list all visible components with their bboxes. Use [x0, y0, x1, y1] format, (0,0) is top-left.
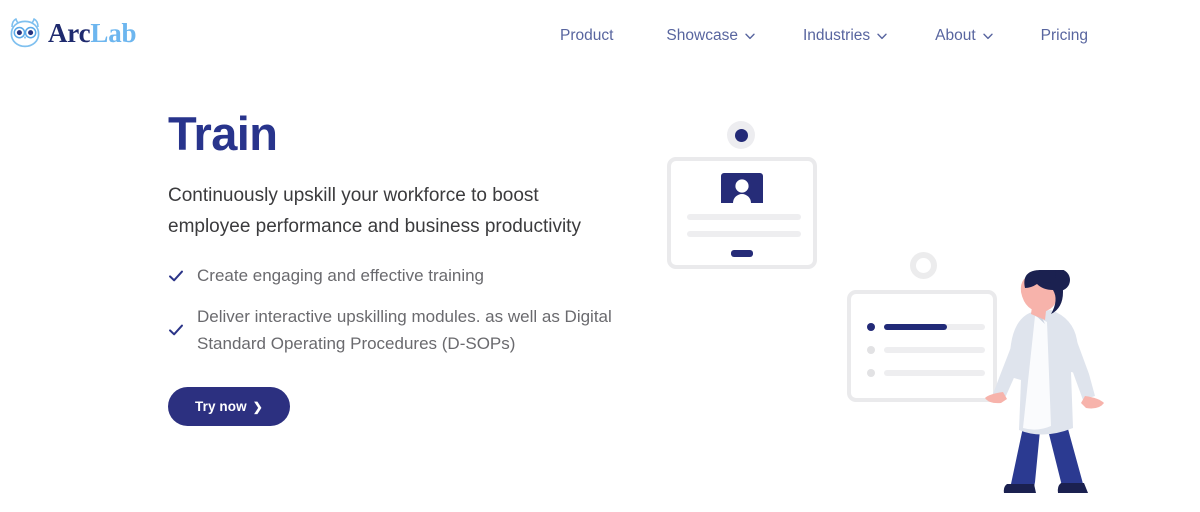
- main-navigation: Product Showcase Industries About Pricin…: [560, 26, 1088, 46]
- brand-name-lab: Lab: [90, 17, 137, 48]
- nav-item-label: Showcase: [666, 27, 738, 44]
- nav-item-showcase[interactable]: Showcase: [666, 26, 755, 46]
- profile-card: [667, 157, 817, 269]
- checklist-row-track: [884, 324, 985, 330]
- hero-subheadline: Continuously upskill your workforce to b…: [168, 185, 581, 237]
- checklist-row: [867, 323, 985, 331]
- checklist-row: [867, 369, 985, 377]
- status-dot-icon: [727, 121, 755, 149]
- list-item-label: Create engaging and effective training: [197, 266, 484, 285]
- hero-content: Train Continuously upskill your workforc…: [168, 106, 648, 426]
- site-header: ArcLab Product Showcase Industries About: [0, 0, 1200, 76]
- owl-icon: [8, 18, 42, 48]
- brand-name-arc: Arc: [48, 17, 91, 48]
- walking-person-illustration: [985, 265, 1105, 500]
- circle-outline-icon: [910, 252, 937, 279]
- page-title: Train: [168, 107, 278, 160]
- try-now-button-label: Try now: [195, 399, 247, 414]
- hero-illustration: [640, 100, 1140, 500]
- nav-item-about[interactable]: About: [935, 26, 993, 46]
- feature-list: Create engaging and effective training D…: [168, 262, 648, 357]
- nav-item-label: Industries: [802, 27, 871, 44]
- checklist-row-track: [884, 347, 985, 353]
- chevron-down-icon: [745, 33, 755, 40]
- list-item: Deliver interactive upskilling modules. …: [168, 303, 648, 357]
- checklist-row: [867, 346, 985, 354]
- checklist-bullet-icon: [867, 369, 875, 377]
- chevron-down-icon: [877, 33, 887, 40]
- checklist-row-track: [884, 370, 985, 376]
- profile-badge-icon: [721, 173, 763, 203]
- try-now-button[interactable]: Try now ❯: [168, 387, 290, 426]
- brand-logo[interactable]: ArcLab: [8, 17, 137, 48]
- card-text-line: [687, 231, 801, 237]
- check-icon: [168, 322, 184, 338]
- checklist-bullet-icon: [867, 323, 875, 331]
- list-item: Create engaging and effective training: [168, 262, 648, 289]
- nav-item-label: Pricing: [1040, 27, 1089, 44]
- landing-page: ArcLab Product Showcase Industries About: [0, 0, 1200, 512]
- checklist-row-fill: [884, 324, 947, 330]
- card-accent-dash: [731, 250, 753, 257]
- nav-item-label: About: [935, 27, 976, 44]
- nav-item-pricing[interactable]: Pricing: [1041, 26, 1088, 46]
- card-text-line: [687, 214, 801, 220]
- nav-item-label: Product: [560, 27, 614, 44]
- checklist-card: [847, 290, 997, 402]
- list-item-label: Deliver interactive upskilling modules. …: [197, 307, 612, 353]
- chevron-right-icon: ❯: [252, 399, 263, 414]
- chevron-down-icon: [982, 33, 993, 40]
- nav-item-product[interactable]: Product: [560, 26, 613, 46]
- check-icon: [168, 268, 184, 284]
- status-dot-inner: [734, 128, 748, 142]
- nav-item-industries[interactable]: Industries: [803, 26, 887, 46]
- checklist-bullet-icon: [867, 346, 875, 354]
- brand-name: ArcLab: [48, 17, 137, 48]
